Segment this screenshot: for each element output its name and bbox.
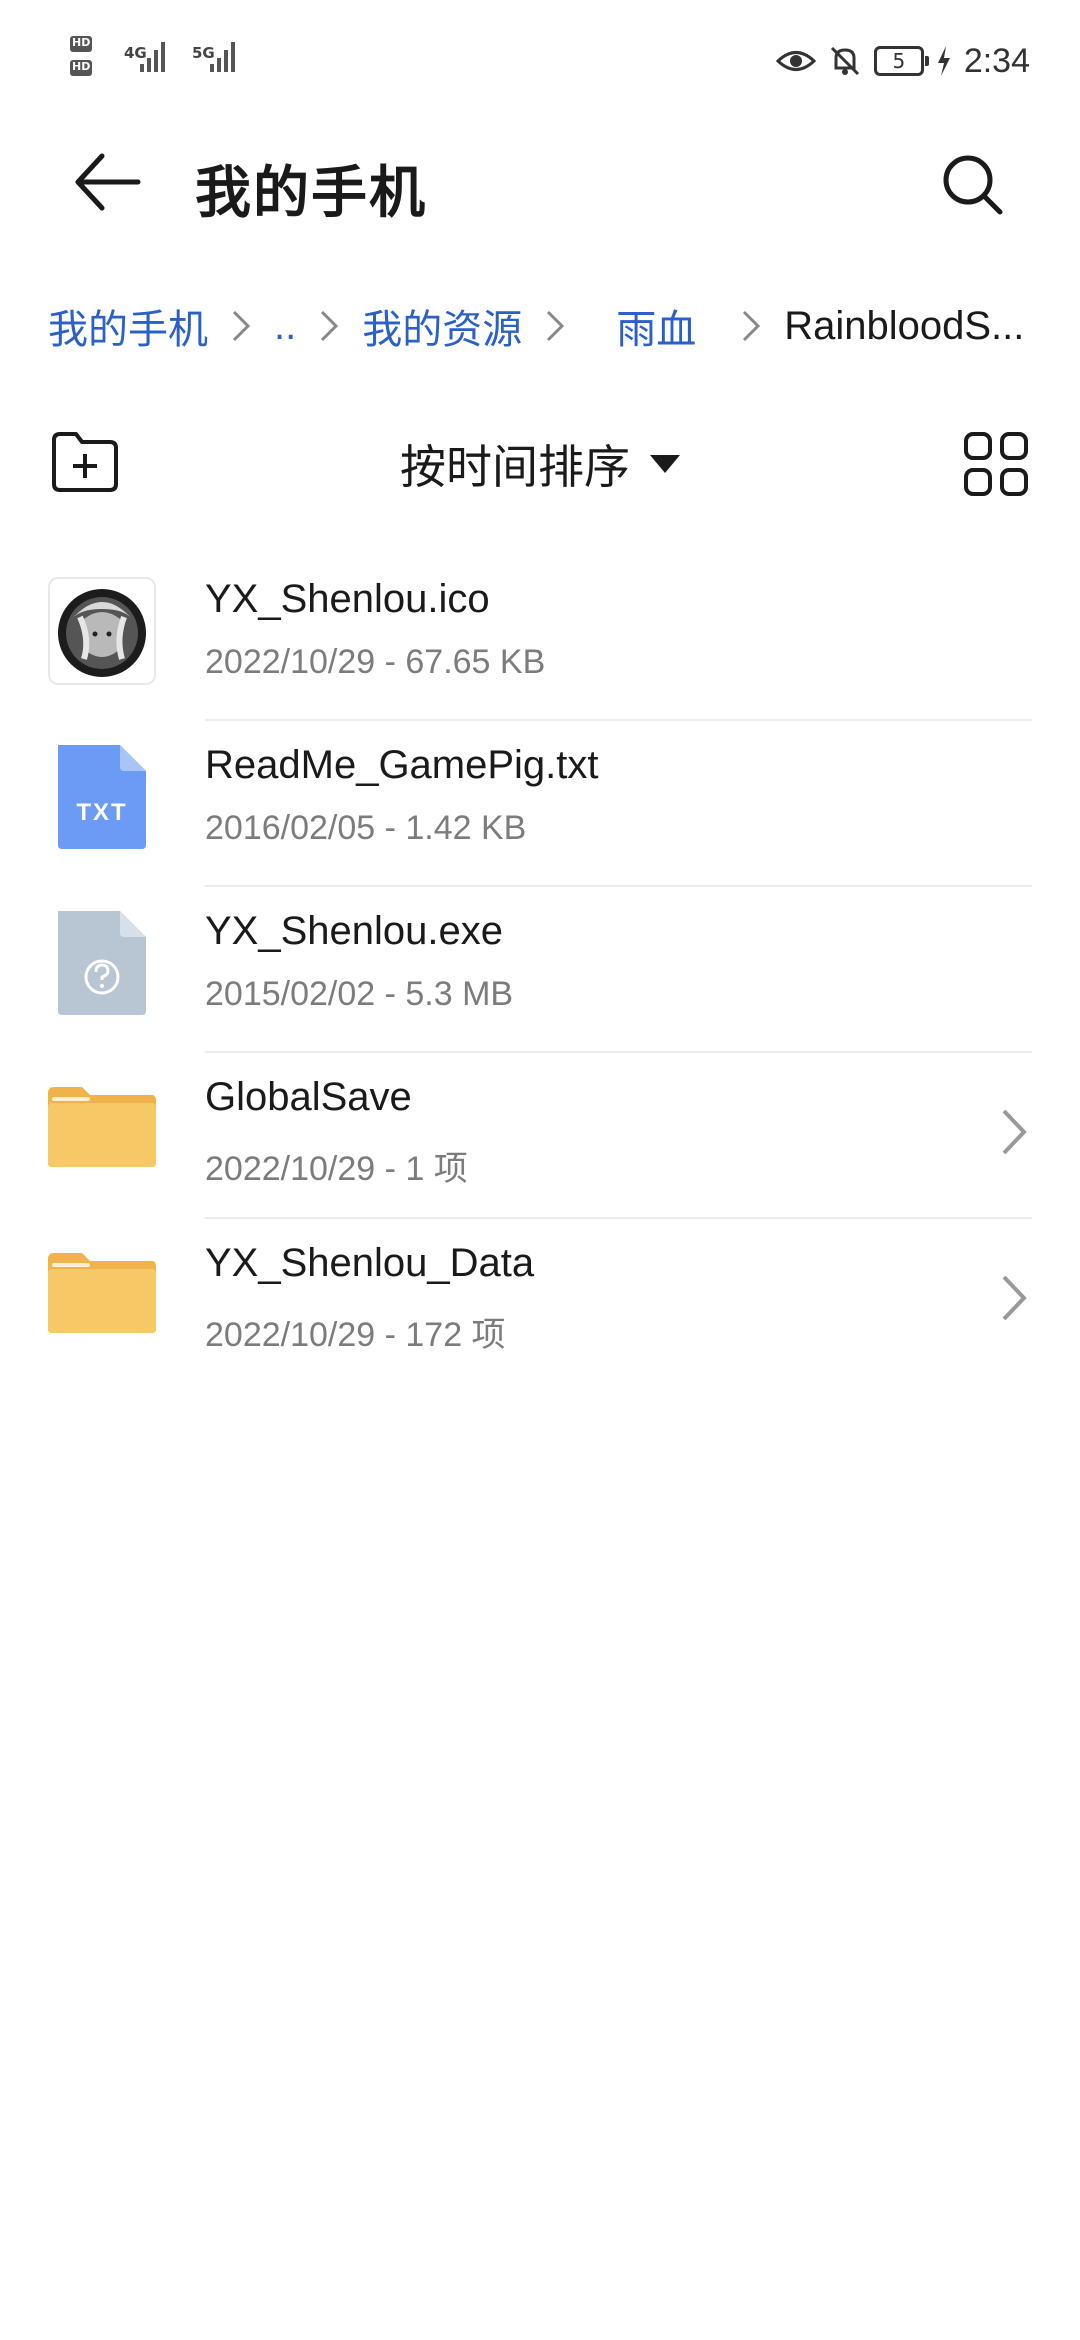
unknown-file-icon	[48, 909, 156, 1017]
breadcrumb-current: RainbloodS...	[784, 303, 1025, 348]
chevron-right-icon	[743, 310, 761, 342]
file-name: GlobalSave	[205, 1075, 412, 1119]
sim2-label: HD 2	[72, 60, 102, 73]
clock: 2:34	[963, 41, 1030, 80]
list-item[interactable]: TXT ReadMe_GamePig.txt 2016/02/05 - 1.42…	[0, 721, 1080, 887]
folder-icon	[48, 1075, 156, 1183]
status-bar-left: HD 1 HD 2 4G 5G	[70, 34, 250, 94]
search-icon	[943, 155, 1003, 215]
txt-badge: TXT	[76, 799, 128, 826]
breadcrumb: 我的手机 .. 我的资源 雨血 RainbloodS...	[48, 296, 1048, 356]
breadcrumb-item-yuxue[interactable]: 雨血	[616, 297, 696, 355]
battery-indicator: 5	[873, 46, 929, 76]
list-item[interactable]: YX_Shenlou_Data 2022/10/29 - 172 项	[0, 1219, 1080, 1385]
file-meta: 2022/10/29 - 67.65 KB	[205, 643, 546, 681]
back-button[interactable]	[72, 146, 144, 218]
chevron-right-icon	[1002, 1275, 1027, 1321]
file-meta: 2016/02/05 - 1.42 KB	[205, 809, 527, 847]
file-list: YX_Shenlou.ico 2022/10/29 - 67.65 KB TXT…	[0, 555, 1080, 1385]
file-meta: 2022/10/29 - 1 项	[205, 1150, 468, 1188]
charging-icon	[937, 46, 950, 76]
breadcrumb-item-my-resources[interactable]: 我的资源	[362, 297, 522, 355]
status-bar-right: 5 2:34	[775, 36, 1030, 86]
image-thumbnail	[48, 577, 156, 685]
file-meta: 2015/02/02 - 5.3 MB	[205, 975, 514, 1013]
chevron-right-icon	[547, 310, 565, 342]
breadcrumb-item-my-phone[interactable]: 我的手机	[48, 297, 208, 355]
new-folder-button[interactable]	[50, 430, 120, 494]
file-name: ReadMe_GamePig.txt	[205, 743, 599, 787]
file-name: YX_Shenlou.exe	[205, 909, 504, 953]
chevron-right-icon	[321, 310, 339, 342]
txt-file-icon: TXT	[48, 743, 156, 851]
caret-down-icon	[650, 455, 680, 473]
grid-view-button[interactable]	[964, 432, 1028, 496]
sort-label: 按时间排序	[400, 440, 630, 494]
grid-view-icon	[964, 432, 992, 460]
chevron-right-icon	[1002, 1109, 1027, 1155]
file-name: YX_Shenlou_Data	[205, 1241, 535, 1285]
bell-muted-icon	[830, 46, 859, 76]
arrow-left-icon	[75, 153, 141, 211]
list-item[interactable]: GlobalSave 2022/10/29 - 1 项	[0, 1053, 1080, 1219]
page-title: 我的手机	[195, 161, 427, 226]
sort-dropdown[interactable]: 按时间排序	[400, 432, 680, 496]
list-item[interactable]: YX_Shenlou.ico 2022/10/29 - 67.65 KB	[0, 555, 1080, 721]
eye-icon	[775, 51, 816, 71]
search-button[interactable]	[938, 150, 1008, 220]
new-folder-icon	[52, 432, 118, 492]
breadcrumb-item-ellipsis[interactable]: ..	[274, 304, 296, 349]
sim1-label: HD 1	[72, 36, 102, 49]
file-name: YX_Shenlou.ico	[205, 577, 490, 621]
network-label-2: 5G	[192, 44, 215, 62]
file-meta: 2022/10/29 - 172 项	[205, 1316, 506, 1354]
network-label-1: 4G	[124, 44, 147, 62]
chevron-right-icon	[232, 310, 251, 342]
folder-icon	[48, 1241, 156, 1349]
list-item[interactable]: YX_Shenlou.exe 2015/02/02 - 5.3 MB	[0, 887, 1080, 1053]
character-portrait-icon	[58, 589, 146, 677]
